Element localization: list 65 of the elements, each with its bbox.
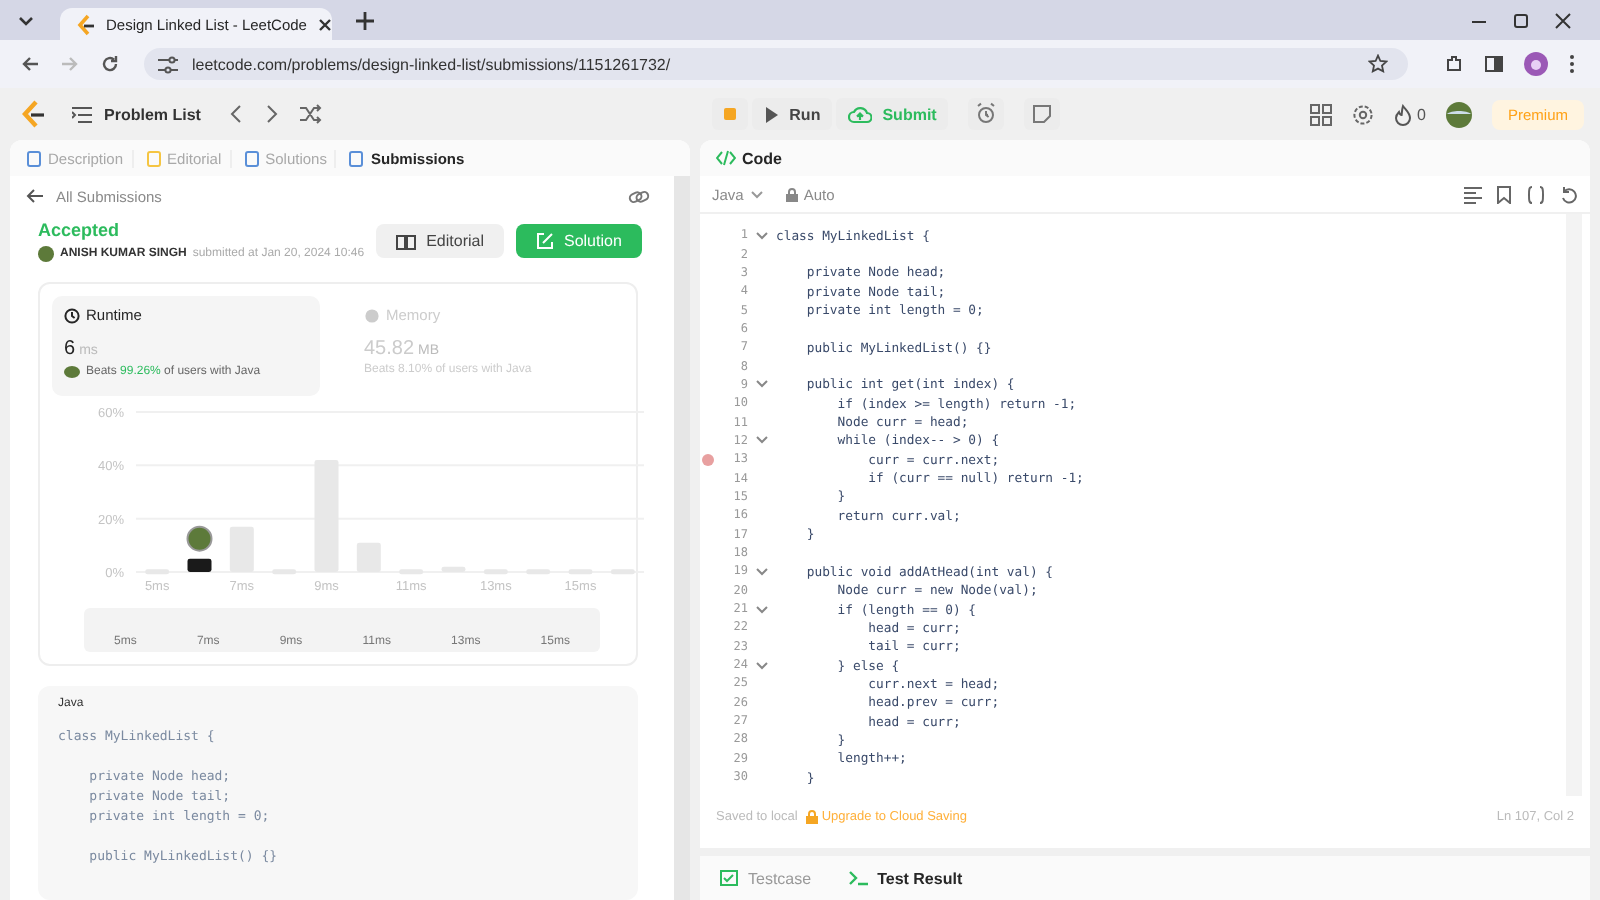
stat-value: 6 [64, 338, 76, 360]
new-tab-icon[interactable] [356, 11, 374, 29]
close-icon[interactable] [318, 17, 333, 31]
console-tab[interactable]: Test Result [835, 867, 975, 889]
user-avatar [38, 246, 54, 262]
address-bar[interactable]: leetcode.com/problems/design-linked-list/submissions/1151261732/ [144, 48, 1408, 80]
book-icon [396, 233, 417, 249]
side-panel-icon[interactable] [1484, 54, 1504, 74]
layout-icon[interactable] [1309, 103, 1332, 125]
maximize-icon[interactable] [1512, 11, 1530, 29]
back-icon[interactable] [20, 54, 40, 74]
next-icon[interactable] [264, 104, 281, 124]
lock-icon [785, 187, 798, 201]
play-icon [763, 105, 780, 123]
chart-bar[interactable] [187, 558, 212, 572]
braces-icon[interactable] [1526, 185, 1546, 203]
fold-icon[interactable] [756, 567, 768, 576]
memory-icon [364, 307, 380, 323]
solution-button[interactable]: Solution [515, 224, 642, 258]
problem-list-button[interactable]: Problem List [64, 105, 209, 123]
site-settings-icon[interactable] [158, 55, 178, 73]
terminal-icon [847, 870, 868, 886]
back-arrow-icon [26, 188, 44, 204]
fold-icon[interactable] [756, 661, 768, 670]
avatar-icon[interactable] [1445, 101, 1472, 127]
beats-icon [64, 364, 80, 378]
tab-icon [145, 149, 162, 167]
code-icon [716, 150, 736, 166]
status-text: Accepted [38, 220, 122, 240]
profile-avatar[interactable] [1524, 52, 1548, 76]
logo-icon[interactable] [20, 100, 44, 128]
streak-counter[interactable]: 0 [1393, 103, 1426, 125]
user-avatar-marker [186, 525, 213, 552]
reload-icon[interactable] [100, 54, 120, 74]
format-icon[interactable] [1464, 185, 1482, 203]
tab-icon [348, 149, 365, 167]
link-icon[interactable] [628, 187, 650, 205]
lock-icon [805, 809, 818, 823]
cloud-upload-icon [848, 104, 873, 124]
shuffle-icon[interactable] [300, 104, 323, 124]
reset-icon[interactable] [1560, 185, 1578, 203]
fold-icon[interactable] [756, 231, 768, 240]
clock-icon [64, 307, 80, 323]
fold-icon[interactable] [756, 436, 768, 445]
previous-icon[interactable] [228, 104, 245, 124]
close-window-icon[interactable] [1554, 11, 1572, 29]
list-icon [72, 105, 92, 123]
edit-icon [535, 232, 554, 250]
console-tab[interactable]: Testcase [708, 867, 824, 889]
extensions-icon[interactable] [1444, 54, 1464, 74]
breakpoint-marker[interactable] [702, 453, 714, 466]
editorial-button[interactable]: Editorial [376, 224, 504, 258]
panel-title: Code [742, 149, 782, 167]
bookmark-icon[interactable] [1496, 185, 1512, 203]
fold-icon[interactable] [756, 380, 768, 389]
caret-icon [749, 189, 764, 199]
checkbox-icon [720, 870, 738, 886]
settings-icon[interactable] [1351, 103, 1374, 125]
menu-icon[interactable] [1568, 54, 1576, 74]
logo-icon [76, 13, 94, 35]
star-icon[interactable] [1368, 54, 1388, 74]
tab-icon [26, 149, 42, 167]
tab-icon [243, 149, 260, 167]
fold-icon[interactable] [756, 605, 768, 614]
run-button[interactable]: Run [751, 98, 833, 130]
